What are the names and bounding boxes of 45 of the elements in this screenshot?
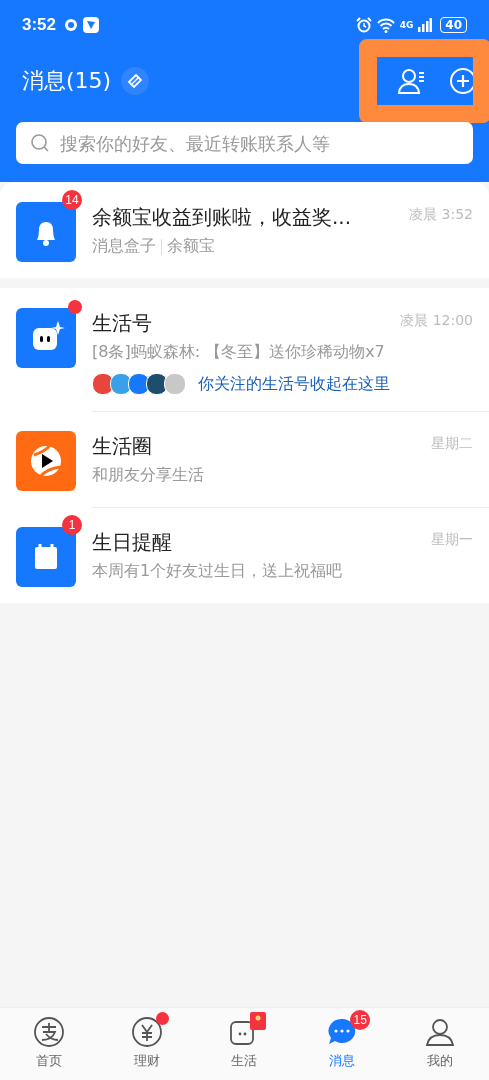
message-row[interactable]: 生活号 凌晨 12:00 [8条]蚂蚁森林: 【冬至】送你珍稀动物x7 你关注的生活号收起在这里 [0,288,489,411]
network-type: 4G [399,20,414,30]
message-preview: 本周有1个好友过生日，送上祝福吧 [92,561,343,582]
message-preview: [8条]蚂蚁森林: 【冬至】送你珍稀动物x7 [92,342,385,363]
message-title: 生日提醒 [92,529,173,556]
yuan-icon [130,1016,163,1048]
followed-accounts-link[interactable]: 你关注的生活号收起在这里 [198,373,390,395]
status-time: 3:52 [22,15,57,35]
unread-badge: 15 [350,1010,371,1030]
message-preview: 和朋友分享生活 [92,465,204,486]
robot-icon [16,308,76,368]
bell-icon [16,202,76,262]
message-title: 余额宝收益到账啦，收益奖... [92,204,353,231]
calendar-icon [16,527,76,587]
notification-icon [64,18,79,32]
app-notification-icon [83,17,100,33]
tab[interactable]: 理财 [97,1008,196,1080]
alarm-icon [355,17,372,33]
play-icon [16,431,76,491]
tab[interactable]: 15 消息 [293,1008,392,1080]
search-field[interactable]: 搜索你的好友、最近转账联系人等 [16,122,473,164]
tab[interactable]: 生活 [195,1008,294,1080]
contacts-icon [397,67,427,95]
message-row[interactable]: 1 生日提醒 星期一 本周有1个好友过生日，送上祝福吧 [0,507,489,603]
message-time: 星期一 [431,530,473,549]
signal-icon [418,18,433,32]
wifi-icon [376,17,395,33]
message-time: 凌晨 12:00 [400,311,473,330]
page-title: 消息(15) [22,67,112,95]
message-source: 余额宝 [167,236,215,257]
battery-level: 40 [440,17,467,33]
clear-unread-button[interactable] [121,67,150,95]
message-title: 生活圈 [92,433,153,460]
unread-badge: 1 [62,515,82,535]
tab[interactable]: 我的 [391,1008,489,1080]
tab[interactable]: 首页 [0,1008,98,1080]
message-title: 生活号 [92,310,153,337]
search-icon [30,133,50,153]
message-source: 消息盒子 [92,236,156,257]
unread-badge: 14 [62,190,82,210]
message-row[interactable]: 14 余额宝收益到账啦，收益奖... 凌晨 3:52 消息盒子 余额宝 [0,182,489,278]
message-time: 凌晨 3:52 [409,205,473,224]
alipay-icon [32,1016,65,1048]
contacts-button[interactable] [397,67,427,95]
user-icon [424,1016,457,1048]
